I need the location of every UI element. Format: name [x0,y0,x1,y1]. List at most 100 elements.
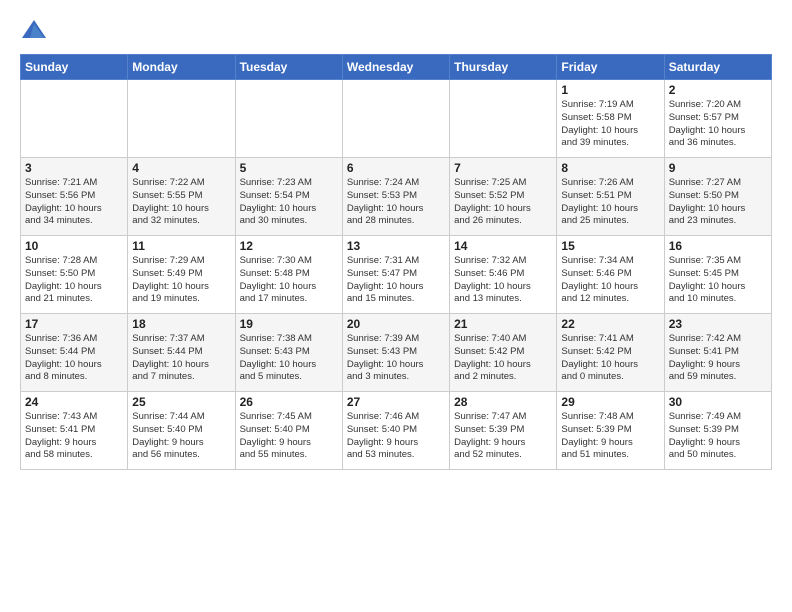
day-info: Sunrise: 7:32 AM Sunset: 5:46 PM Dayligh… [454,255,552,306]
day-number: 16 [669,239,767,253]
day-info: Sunrise: 7:47 AM Sunset: 5:39 PM Dayligh… [454,411,552,462]
calendar-cell: 19 Sunrise: 7:38 AM Sunset: 5:43 PM Dayli… [235,314,342,392]
weekday-header-row: SundayMondayTuesdayWednesdayThursdayFrid… [21,55,772,80]
calendar-cell [128,80,235,158]
day-info: Sunrise: 7:46 AM Sunset: 5:40 PM Dayligh… [347,411,445,462]
day-number: 19 [240,317,338,331]
day-number: 22 [561,317,659,331]
calendar-cell: 20Sunrise: 7:39 AM Sunset: 5:43 PM Dayli… [342,314,449,392]
week-row-3: 10 Sunrise: 7:28 AM Sunset: 5:50 PM Dayli… [21,236,772,314]
week-row-1: 1 Sunrise: 7:19 AM Sunset: 5:58 PM Daylig… [21,80,772,158]
calendar-cell: 6Sunrise: 7:24 AM Sunset: 5:53 PM Daylig… [342,158,449,236]
calendar-cell: 7 Sunrise: 7:25 AM Sunset: 5:52 PM Daylig… [450,158,557,236]
day-info: Sunrise: 7:22 AM Sunset: 5:55 PM Dayligh… [132,177,230,228]
day-number: 30 [669,395,767,409]
calendar-cell: 29Sunrise: 7:48 AM Sunset: 5:39 PM Dayli… [557,392,664,470]
calendar-cell: 22 Sunrise: 7:41 AM Sunset: 5:42 PM Dayli… [557,314,664,392]
calendar-cell [21,80,128,158]
day-number: 18 [132,317,230,331]
day-info: Sunrise: 7:37 AM Sunset: 5:44 PM Dayligh… [132,333,230,384]
calendar-cell: 26 Sunrise: 7:45 AM Sunset: 5:40 PM Dayli… [235,392,342,470]
day-number: 9 [669,161,767,175]
day-number: 26 [240,395,338,409]
day-info: Sunrise: 7:19 AM Sunset: 5:58 PM Dayligh… [561,99,659,150]
day-number: 12 [240,239,338,253]
calendar-table: SundayMondayTuesdayWednesdayThursdayFrid… [20,54,772,470]
weekday-header-friday: Friday [557,55,664,80]
day-number: 17 [25,317,123,331]
calendar-cell: 3Sunrise: 7:21 AM Sunset: 5:56 PM Daylig… [21,158,128,236]
week-row-5: 24Sunrise: 7:43 AM Sunset: 5:41 PM Dayli… [21,392,772,470]
day-number: 11 [132,239,230,253]
week-row-4: 17 Sunrise: 7:36 AM Sunset: 5:44 PM Dayli… [21,314,772,392]
day-number: 29 [561,395,659,409]
day-info: Sunrise: 7:45 AM Sunset: 5:40 PM Dayligh… [240,411,338,462]
calendar-cell: 4 Sunrise: 7:22 AM Sunset: 5:55 PM Daylig… [128,158,235,236]
day-number: 25 [132,395,230,409]
day-info: Sunrise: 7:42 AM Sunset: 5:41 PM Dayligh… [669,333,767,384]
page: SundayMondayTuesdayWednesdayThursdayFrid… [0,0,792,612]
calendar-cell: 2 Sunrise: 7:20 AM Sunset: 5:57 PM Daylig… [664,80,771,158]
calendar-cell: 24Sunrise: 7:43 AM Sunset: 5:41 PM Dayli… [21,392,128,470]
day-info: Sunrise: 7:44 AM Sunset: 5:40 PM Dayligh… [132,411,230,462]
day-info: Sunrise: 7:38 AM Sunset: 5:43 PM Dayligh… [240,333,338,384]
day-info: Sunrise: 7:27 AM Sunset: 5:50 PM Dayligh… [669,177,767,228]
calendar-cell: 23 Sunrise: 7:42 AM Sunset: 5:41 PM Dayli… [664,314,771,392]
logo [20,16,52,44]
calendar-cell: 11 Sunrise: 7:29 AM Sunset: 5:49 PM Dayli… [128,236,235,314]
calendar-cell: 8 Sunrise: 7:26 AM Sunset: 5:51 PM Daylig… [557,158,664,236]
calendar-cell: 18 Sunrise: 7:37 AM Sunset: 5:44 PM Dayli… [128,314,235,392]
calendar-cell: 9 Sunrise: 7:27 AM Sunset: 5:50 PM Daylig… [664,158,771,236]
calendar-cell: 5Sunrise: 7:23 AM Sunset: 5:54 PM Daylig… [235,158,342,236]
day-info: Sunrise: 7:43 AM Sunset: 5:41 PM Dayligh… [25,411,123,462]
calendar-cell: 15Sunrise: 7:34 AM Sunset: 5:46 PM Dayli… [557,236,664,314]
calendar-cell: 1 Sunrise: 7:19 AM Sunset: 5:58 PM Daylig… [557,80,664,158]
day-info: Sunrise: 7:35 AM Sunset: 5:45 PM Dayligh… [669,255,767,306]
calendar-cell: 14 Sunrise: 7:32 AM Sunset: 5:46 PM Dayli… [450,236,557,314]
calendar-cell: 17 Sunrise: 7:36 AM Sunset: 5:44 PM Dayli… [21,314,128,392]
day-number: 21 [454,317,552,331]
weekday-header-thursday: Thursday [450,55,557,80]
calendar-cell: 13 Sunrise: 7:31 AM Sunset: 5:47 PM Dayli… [342,236,449,314]
day-number: 13 [347,239,445,253]
day-info: Sunrise: 7:28 AM Sunset: 5:50 PM Dayligh… [25,255,123,306]
calendar-cell: 16 Sunrise: 7:35 AM Sunset: 5:45 PM Dayli… [664,236,771,314]
day-number: 8 [561,161,659,175]
day-number: 7 [454,161,552,175]
calendar-cell: 28 Sunrise: 7:47 AM Sunset: 5:39 PM Dayli… [450,392,557,470]
calendar-cell: 21 Sunrise: 7:40 AM Sunset: 5:42 PM Dayli… [450,314,557,392]
day-info: Sunrise: 7:29 AM Sunset: 5:49 PM Dayligh… [132,255,230,306]
day-info: Sunrise: 7:25 AM Sunset: 5:52 PM Dayligh… [454,177,552,228]
day-info: Sunrise: 7:40 AM Sunset: 5:42 PM Dayligh… [454,333,552,384]
calendar-cell: 10 Sunrise: 7:28 AM Sunset: 5:50 PM Dayli… [21,236,128,314]
day-number: 15 [561,239,659,253]
day-number: 27 [347,395,445,409]
day-number: 28 [454,395,552,409]
day-info: Sunrise: 7:41 AM Sunset: 5:42 PM Dayligh… [561,333,659,384]
day-number: 14 [454,239,552,253]
day-info: Sunrise: 7:26 AM Sunset: 5:51 PM Dayligh… [561,177,659,228]
day-info: Sunrise: 7:49 AM Sunset: 5:39 PM Dayligh… [669,411,767,462]
day-info: Sunrise: 7:31 AM Sunset: 5:47 PM Dayligh… [347,255,445,306]
calendar-cell: 25 Sunrise: 7:44 AM Sunset: 5:40 PM Dayli… [128,392,235,470]
weekday-header-sunday: Sunday [21,55,128,80]
calendar-cell: 30 Sunrise: 7:49 AM Sunset: 5:39 PM Dayli… [664,392,771,470]
weekday-header-monday: Monday [128,55,235,80]
day-number: 10 [25,239,123,253]
day-number: 23 [669,317,767,331]
day-info: Sunrise: 7:39 AM Sunset: 5:43 PM Dayligh… [347,333,445,384]
day-number: 5 [240,161,338,175]
week-row-2: 3Sunrise: 7:21 AM Sunset: 5:56 PM Daylig… [21,158,772,236]
weekday-header-tuesday: Tuesday [235,55,342,80]
header [20,16,772,44]
day-info: Sunrise: 7:24 AM Sunset: 5:53 PM Dayligh… [347,177,445,228]
calendar-cell: 12Sunrise: 7:30 AM Sunset: 5:48 PM Dayli… [235,236,342,314]
day-info: Sunrise: 7:21 AM Sunset: 5:56 PM Dayligh… [25,177,123,228]
day-info: Sunrise: 7:36 AM Sunset: 5:44 PM Dayligh… [25,333,123,384]
day-info: Sunrise: 7:20 AM Sunset: 5:57 PM Dayligh… [669,99,767,150]
weekday-header-wednesday: Wednesday [342,55,449,80]
day-number: 4 [132,161,230,175]
weekday-header-saturday: Saturday [664,55,771,80]
day-number: 1 [561,83,659,97]
day-number: 2 [669,83,767,97]
